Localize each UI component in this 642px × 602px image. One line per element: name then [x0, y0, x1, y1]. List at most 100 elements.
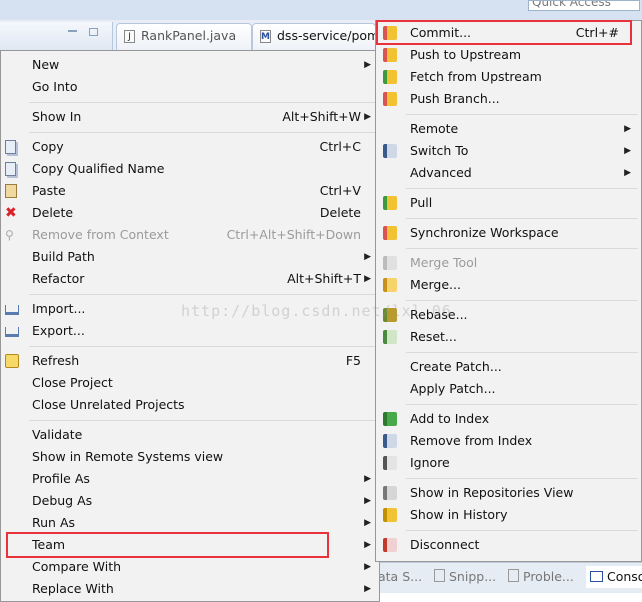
submenu-arrow-icon: ▶	[364, 496, 371, 506]
maximize-icon[interactable]	[89, 28, 98, 36]
team-menu-item-pull[interactable]: Pull	[376, 192, 641, 214]
menu-item-label: New	[32, 57, 60, 72]
menu-item-label: Show In	[32, 109, 82, 124]
team-menu-item-remove-from-index[interactable]: Remove from Index	[376, 430, 641, 452]
menu-separator	[406, 114, 638, 115]
team-menu-item-show-in-history[interactable]: Show in History	[376, 504, 641, 526]
watermark: http://blog.csdn.net/lxl_06	[181, 302, 452, 320]
quick-access-field[interactable]: Quick Access	[528, 0, 640, 11]
menu-item-validate[interactable]: Validate	[1, 424, 379, 446]
menu-item-paste[interactable]: Paste Ctrl+V	[1, 180, 379, 202]
menu-item-label: Refresh	[32, 353, 80, 368]
tab-label: Conso	[607, 569, 642, 584]
submenu-arrow-icon: ▶	[364, 60, 371, 70]
menu-item-show-in-remote-systems-view[interactable]: Show in Remote Systems view	[1, 446, 379, 468]
menu-item-export[interactable]: Export...	[1, 320, 379, 342]
team-menu-item-add-to-index[interactable]: Add to Index	[376, 408, 641, 430]
team-menu-item-disconnect[interactable]: Disconnect	[376, 534, 641, 556]
menu-item-label: Debug As	[32, 493, 93, 508]
team-menu-item-push-branch[interactable]: Push Branch...	[376, 88, 641, 110]
menu-item-label: Pull	[410, 195, 433, 210]
menu-item-shortcut: Ctrl+Alt+Shift+Down	[226, 227, 361, 242]
tab-problems[interactable]: Proble...	[508, 566, 574, 588]
menu-item-label: Push to Upstream	[410, 47, 522, 62]
menu-item-profile-as[interactable]: Profile As ▶	[1, 468, 379, 490]
menu-item-shortcut: Delete	[319, 205, 361, 220]
menu-separator	[29, 102, 377, 103]
pull-icon	[383, 196, 397, 210]
menu-item-shortcut: Alt+Shift+W	[282, 109, 361, 124]
team-menu-item-create-patch[interactable]: Create Patch...	[376, 356, 641, 378]
menu-item-refactor[interactable]: Refactor Alt+Shift+T ▶	[1, 268, 379, 290]
menu-item-label: Show in Repositories View	[410, 485, 574, 500]
ignore-icon	[383, 456, 397, 470]
menu-item-new[interactable]: New ▶	[1, 54, 379, 76]
menu-item-label: Synchronize Workspace	[410, 225, 559, 240]
tab-snippets[interactable]: Snipp...	[434, 566, 496, 588]
tab-label: Proble...	[523, 569, 574, 584]
menu-item-run-as[interactable]: Run As ▶	[1, 512, 379, 534]
submenu-arrow-icon: ▶	[364, 474, 371, 484]
submenu-arrow-icon: ▶	[364, 112, 371, 122]
team-menu-item-apply-patch[interactable]: Apply Patch...	[376, 378, 641, 400]
menu-item-label: Refactor	[32, 271, 85, 286]
problems-icon	[508, 569, 519, 582]
menu-item-replace-with[interactable]: Replace With ▶	[1, 578, 379, 600]
team-menu-item-synchronize-workspace[interactable]: Synchronize Workspace	[376, 222, 641, 244]
menu-item-show-in[interactable]: Show In Alt+Shift+W ▶	[1, 106, 379, 128]
menu-item-label: Merge Tool	[410, 255, 478, 270]
menu-item-label: Build Path	[32, 249, 95, 264]
menu-item-close-project[interactable]: Close Project	[1, 372, 379, 394]
submenu-arrow-icon: ▶	[364, 252, 371, 262]
menu-item-label: Copy Qualified Name	[32, 161, 165, 176]
add-to-index-icon	[383, 412, 397, 426]
menu-item-label: Copy	[32, 139, 64, 154]
team-menu-item-merge[interactable]: Merge...	[376, 274, 641, 296]
team-menu-item-merge-tool: Merge Tool	[376, 252, 641, 274]
switch-to-icon	[383, 144, 397, 158]
tab-console[interactable]: Conso	[586, 566, 642, 588]
team-menu-item-ignore[interactable]: Ignore	[376, 452, 641, 474]
submenu-arrow-icon: ▶	[624, 168, 631, 178]
menu-item-copy[interactable]: Copy Ctrl+C	[1, 136, 379, 158]
history-icon	[383, 508, 397, 522]
team-menu-item-push-to-upstream[interactable]: Push to Upstream	[376, 44, 641, 66]
minimize-icon[interactable]	[68, 30, 77, 32]
menu-item-build-path[interactable]: Build Path ▶	[1, 246, 379, 268]
push-icon	[383, 48, 397, 62]
tab-label: dss-service/pom	[277, 28, 376, 43]
team-menu-item-reset[interactable]: Reset...	[376, 326, 641, 348]
team-menu-item-advanced[interactable]: Advanced ▶	[376, 162, 641, 184]
menu-item-copy-qualified-name[interactable]: Copy Qualified Name	[1, 158, 379, 180]
team-menu-item-show-in-repositories-view[interactable]: Show in Repositories View	[376, 482, 641, 504]
tab-rankpanel[interactable]: J RankPanel.java	[116, 23, 252, 50]
menu-separator	[29, 294, 377, 295]
menu-item-label: Close Unrelated Projects	[32, 397, 185, 412]
menu-item-label: Remove from Context	[32, 227, 169, 242]
tab-data-source[interactable]: ata S...	[378, 566, 422, 588]
tab-pom[interactable]: M dss-service/pom	[252, 23, 376, 50]
menu-item-label: Switch To	[410, 143, 469, 158]
menu-item-close-unrelated-projects[interactable]: Close Unrelated Projects	[1, 394, 379, 416]
menu-item-compare-with[interactable]: Compare With ▶	[1, 556, 379, 578]
push-branch-icon	[383, 92, 397, 106]
menu-item-refresh[interactable]: Refresh F5	[1, 350, 379, 372]
menu-separator	[29, 420, 377, 421]
menu-item-label: Push Branch...	[410, 91, 500, 106]
copy-icon	[5, 140, 16, 154]
menu-item-label: Remove from Index	[410, 433, 533, 448]
menu-item-delete[interactable]: ✖ Delete Delete	[1, 202, 379, 224]
context-menu: New ▶ Go Into Show In Alt+Shift+W ▶ Copy Ctrl+C…	[0, 50, 380, 602]
menu-item-go-into[interactable]: Go Into	[1, 76, 379, 98]
disconnect-icon	[383, 538, 397, 552]
team-menu-item-switch-to[interactable]: Switch To ▶	[376, 140, 641, 162]
menu-item-debug-as[interactable]: Debug As ▶	[1, 490, 379, 512]
menu-separator	[406, 218, 638, 219]
menu-item-shortcut: F5	[345, 353, 361, 368]
team-menu-item-remote[interactable]: Remote ▶	[376, 118, 641, 140]
menu-item-label: Show in Remote Systems view	[32, 449, 224, 464]
team-menu-item-fetch-from-upstream[interactable]: Fetch from Upstream	[376, 66, 641, 88]
merge-icon	[383, 278, 397, 292]
submenu-arrow-icon: ▶	[364, 584, 371, 594]
menu-item-label: Reset...	[410, 329, 457, 344]
